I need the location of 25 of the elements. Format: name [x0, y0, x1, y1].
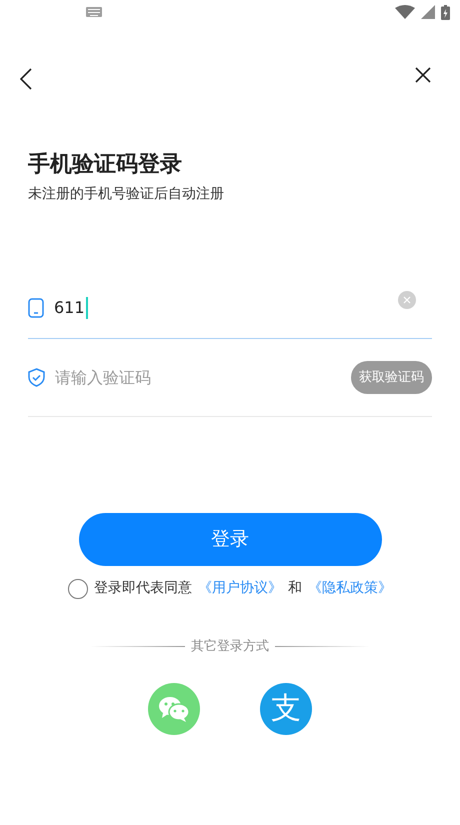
phone-icon [28, 298, 44, 318]
phone-value: 611 [54, 296, 88, 320]
text-cursor [86, 296, 88, 318]
login-button[interactable]: 登录 [78, 513, 382, 566]
page-subtitle: 未注册的手机号验证后自动注册 [28, 185, 225, 204]
code-input[interactable]: 请输入验证码 [55, 366, 341, 390]
clear-icon [403, 296, 411, 304]
page-title: 手机验证码登录 [28, 151, 183, 179]
other-login-label: 其它登录方式 [191, 638, 269, 656]
agreement-checkbox[interactable] [68, 578, 88, 598]
privacy-policy-link[interactable]: 《隐私政策》 [308, 578, 392, 599]
chat-bubbles-icon [158, 694, 190, 722]
agreement-text: 登录即代表同意 [94, 579, 192, 598]
signal-icon [421, 5, 435, 19]
alipay-login-button[interactable]: 支 [260, 682, 312, 734]
user-agreement-link[interactable]: 《用户协议》 [198, 578, 282, 599]
shield-check-icon [28, 368, 45, 387]
close-button[interactable] [414, 66, 432, 84]
agreement-conjunction: 和 [288, 579, 302, 598]
phone-field[interactable]: 611 [28, 277, 432, 339]
wifi-icon [395, 5, 415, 19]
back-icon [20, 68, 32, 90]
battery-icon [441, 4, 450, 20]
close-icon [415, 67, 431, 83]
keyboard-icon [86, 7, 102, 17]
